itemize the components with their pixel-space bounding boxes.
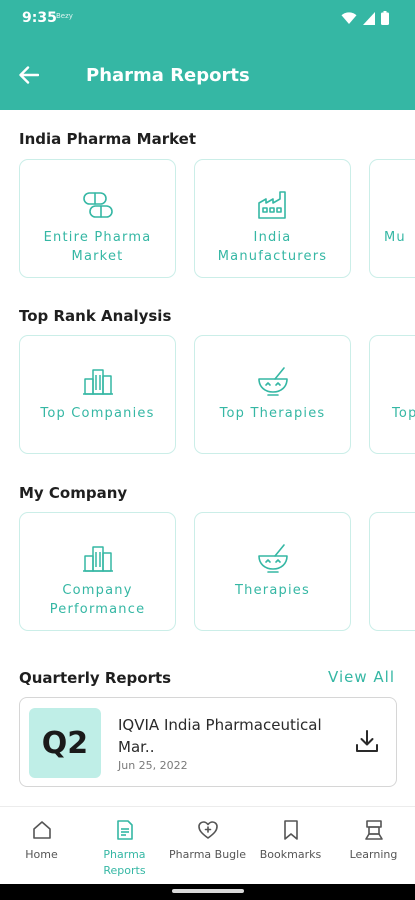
nav-label: Learning — [349, 848, 398, 861]
buildings-icon — [82, 546, 113, 572]
battery-icon — [381, 11, 389, 25]
learning-icon — [364, 820, 383, 840]
card-entire-pharma-market[interactable]: Entire Pharma Market — [19, 159, 176, 278]
arrow-left-icon — [19, 66, 39, 84]
heart-plus-icon — [197, 821, 218, 839]
card-label: Entire Pharma Market — [43, 230, 152, 264]
card-india-manufacturers[interactable]: India Manufacturers — [194, 159, 351, 278]
nav-item-pharma-reports[interactable]: Pharma Reports — [83, 807, 166, 885]
nav-label: Pharma Reports — [103, 848, 146, 877]
card-label: Therapies — [235, 583, 310, 598]
card-label: India Manufacturers — [217, 230, 328, 264]
home-icon — [32, 821, 51, 839]
card-label: Company Performance — [49, 583, 146, 617]
wifi-icon — [341, 11, 357, 24]
quarter-badge: Q2 — [29, 708, 101, 778]
card-therapies[interactable]: Therapies — [194, 512, 351, 631]
report-title: IQVIA India Pharmaceutical Mar.. — [118, 716, 322, 756]
bookmark-icon — [283, 820, 298, 840]
mortar-pestle-icon — [257, 367, 288, 396]
status-notification-text: Bezy — [56, 12, 73, 20]
pill-capsule-icon — [82, 192, 113, 218]
report-icon — [116, 820, 133, 840]
quarterly-report-card[interactable]: Q2 IQVIA India Pharmaceutical Mar.. Jun … — [19, 697, 397, 787]
buildings-icon — [82, 369, 113, 395]
app-screen: 9:35 Bezy Pharma Reports India Pharma Ma… — [0, 0, 415, 900]
card-top-companies[interactable]: Top Companies — [19, 335, 176, 454]
card-label: Top Companies — [40, 406, 155, 421]
section-title-top-rank-analysis: Top Rank Analysis — [19, 307, 172, 325]
nav-label: Pharma Bugle — [169, 848, 246, 861]
cards-row-my-company: Company Performance Therapies — [0, 512, 415, 632]
section-title-india-pharma-market: India Pharma Market — [19, 130, 197, 148]
back-button[interactable] — [12, 58, 46, 92]
card-label: Top — [392, 406, 415, 421]
card-company-performance[interactable]: Company Performance — [19, 512, 176, 631]
system-gesture-bar — [0, 884, 415, 900]
cards-row-top-rank-analysis: Top Companies Top Therapies Top — [0, 335, 415, 455]
card-top-therapies[interactable]: Top Therapies — [194, 335, 351, 454]
download-icon — [356, 730, 378, 752]
factory-icon — [257, 191, 286, 219]
status-icons — [341, 11, 389, 25]
page-title: Pharma Reports — [86, 65, 250, 86]
download-button[interactable] — [352, 726, 382, 756]
card-partial-next[interactable] — [369, 512, 415, 631]
mortar-pestle-icon — [257, 544, 288, 573]
card-label: Mu — [384, 230, 406, 245]
status-time: 9:35 — [22, 10, 57, 26]
card-partial-next[interactable]: Top — [369, 335, 415, 454]
view-all-link[interactable]: View All — [328, 668, 395, 686]
nav-label: Bookmarks — [259, 848, 322, 861]
nav-item-bookmarks[interactable]: Bookmarks — [249, 807, 332, 885]
nav-item-home[interactable]: Home — [0, 807, 83, 885]
app-bar: Pharma Reports — [0, 38, 415, 110]
nav-item-pharma-bugle[interactable]: Pharma Bugle — [166, 807, 249, 885]
section-title-my-company: My Company — [19, 484, 128, 502]
nav-item-learning[interactable]: Learning — [332, 807, 415, 885]
status-bar: 9:35 Bezy — [0, 0, 415, 38]
nav-label: Home — [25, 848, 58, 861]
report-date: Jun 25, 2022 — [118, 759, 188, 772]
card-label: Top Therapies — [219, 406, 326, 421]
home-indicator[interactable] — [172, 889, 244, 893]
section-title-quarterly-reports: Quarterly Reports — [19, 669, 172, 687]
card-partial-next[interactable]: Mu — [369, 159, 415, 278]
cellular-signal-icon — [363, 11, 375, 25]
cards-row-india-pharma-market: Entire Pharma Market India Manufacturers… — [0, 159, 415, 279]
bottom-navigation: Home Pharma Reports Pharma Bugle Bookmar… — [0, 806, 415, 884]
